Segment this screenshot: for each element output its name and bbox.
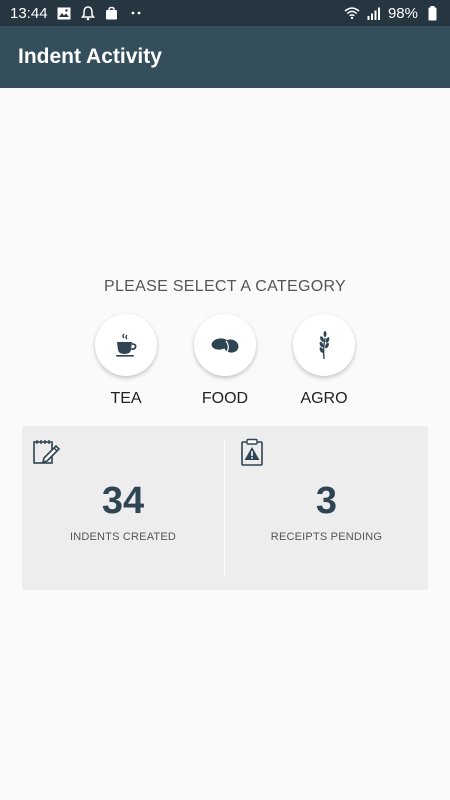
tea-cup-icon[interactable] — [95, 314, 157, 376]
category-agro-label: AGRO — [300, 390, 348, 407]
wifi-icon — [344, 5, 360, 21]
category-tea-label: TEA — [110, 390, 142, 407]
app-bar: Indent Activity — [0, 26, 450, 88]
signal-icon — [366, 5, 382, 21]
notification-bell-icon — [80, 5, 96, 21]
food-beans-icon[interactable] — [194, 314, 256, 376]
edit-notepad-icon — [32, 438, 61, 471]
category-food-label: FOOD — [201, 390, 249, 407]
category-agro-button[interactable]: AGRO — [284, 314, 364, 408]
indents-created-stat[interactable]: 34 INDENTS CREATED — [22, 426, 224, 590]
clipboard-warning-icon — [240, 438, 266, 471]
wheat-icon[interactable] — [293, 314, 355, 376]
status-time: 13:44 — [10, 4, 48, 22]
category-list: TEA FOOD AGRO — [0, 314, 450, 414]
indents-created-count: 34 — [101, 480, 145, 522]
receipts-pending-stat[interactable]: 3 RECEIPTS PENDING — [225, 426, 428, 590]
category-tea-button[interactable]: TEA — [86, 314, 166, 408]
image-icon — [56, 5, 72, 21]
stats-card: 34 INDENTS CREATED 3 RECEIPTS PENDING — [22, 426, 428, 590]
indents-created-caption: INDENTS CREATED — [69, 531, 177, 543]
category-prompt: PLEASE SELECT A CATEGORY — [104, 278, 346, 295]
shopping-bag-icon — [104, 5, 120, 21]
more-dots-icon — [128, 5, 144, 21]
receipts-pending-caption: RECEIPTS PENDING — [270, 531, 383, 543]
category-food-button[interactable]: FOOD — [185, 314, 265, 408]
battery-icon — [424, 5, 440, 21]
battery-level: 98% — [387, 4, 418, 22]
app-title: Indent Activity — [18, 45, 162, 68]
receipts-pending-count: 3 — [315, 480, 338, 522]
status-bar: 13:44 98% — [0, 0, 450, 26]
